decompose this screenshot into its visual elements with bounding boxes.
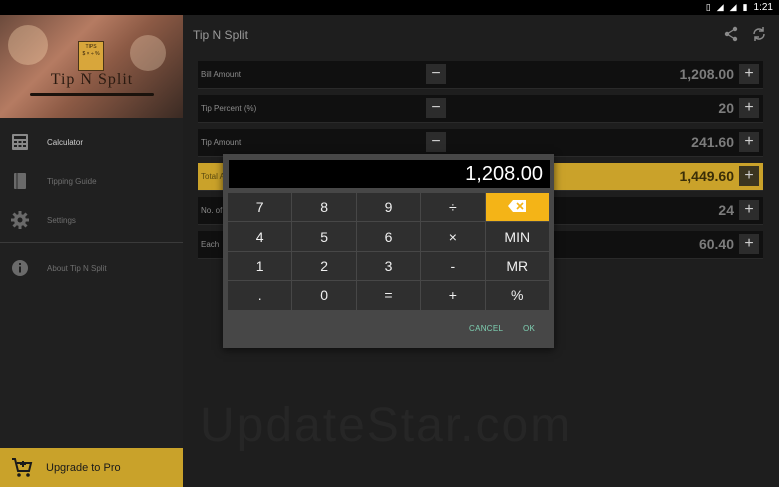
row-label: Total A	[201, 172, 226, 181]
page-title: Tip N Split	[193, 28, 248, 42]
refresh-icon[interactable]	[751, 26, 767, 42]
upgrade-label: Upgrade to Pro	[46, 461, 121, 474]
key-equals[interactable]: =	[356, 281, 421, 310]
increment-button[interactable]: +	[739, 132, 759, 152]
drawer-header: TIPS $ × ÷ % Tip N Split	[0, 15, 183, 118]
drawer-item-label: Tipping Guide	[47, 176, 97, 186]
key-divide[interactable]: ÷	[421, 193, 485, 222]
decrement-button[interactable]: −	[426, 98, 446, 118]
row-value[interactable]: 24	[718, 202, 734, 218]
key-decimal[interactable]: .	[228, 281, 292, 310]
key-minus[interactable]: -	[421, 251, 485, 281]
backspace-icon	[508, 199, 527, 215]
row-value[interactable]: 1,449.60	[680, 168, 735, 184]
book-icon	[10, 171, 30, 191]
status-bar: ▯ ◢ ◢ ▮ 1:21	[0, 0, 779, 15]
drawer-item-label: Calculator	[47, 137, 84, 147]
decrement-button[interactable]: −	[426, 132, 446, 152]
drawer-item-label: About Tip N Split	[47, 263, 107, 273]
navigation-drawer: TIPS $ × ÷ % Tip N Split Calculator Tipp…	[0, 15, 183, 487]
wifi-icon: ◢	[716, 2, 724, 12]
increment-button[interactable]: +	[739, 98, 759, 118]
drawer-item-about[interactable]: About Tip N Split	[0, 250, 183, 286]
calculator-dialog: 1,208.00 7 8 9 ÷ 4 5 6 × MIN 1 2 3 - MR …	[223, 154, 554, 348]
drawer-item-label: Settings	[47, 215, 76, 225]
increment-button[interactable]: +	[739, 200, 759, 220]
signal-icon: ◢	[729, 2, 737, 12]
app-logo: TIPS $ × ÷ %	[78, 41, 104, 71]
bill-amount-row: Bill Amount − 1,208.00 +	[198, 61, 763, 89]
increment-button[interactable]: +	[739, 166, 759, 186]
watermark: UpdateStar.com	[200, 399, 573, 452]
row-value[interactable]: 1,208.00	[680, 66, 735, 82]
row-value[interactable]: 241.60	[691, 134, 734, 150]
key-multiply[interactable]: ×	[421, 222, 485, 251]
key-6[interactable]: 6	[356, 222, 421, 251]
logo-text: Tip N Split	[50, 71, 134, 88]
battery-icon: ▮	[742, 2, 748, 12]
row-value[interactable]: 60.40	[699, 236, 734, 252]
increment-button[interactable]: +	[739, 234, 759, 254]
info-icon	[10, 258, 30, 278]
key-2[interactable]: 2	[292, 251, 356, 281]
gear-icon	[10, 210, 30, 230]
drawer-item-calculator[interactable]: Calculator	[0, 124, 183, 160]
drawer-item-settings[interactable]: Settings	[0, 202, 183, 238]
calculator-keypad: 7 8 9 ÷ 4 5 6 × MIN 1 2 3 - MR . 0 = + %	[228, 193, 550, 310]
app-bar: Tip N Split	[183, 15, 779, 55]
calculator-display: 1,208.00	[229, 160, 550, 188]
row-value[interactable]: 20	[718, 100, 734, 116]
row-label: Bill Amount	[201, 70, 242, 79]
row-label: No. of	[201, 206, 223, 215]
key-percent[interactable]: %	[485, 281, 549, 310]
key-memory-recall[interactable]: MR	[485, 251, 549, 281]
key-memory-in[interactable]: MIN	[485, 222, 549, 251]
key-9[interactable]: 9	[356, 193, 421, 222]
key-0[interactable]: 0	[292, 281, 356, 310]
key-3[interactable]: 3	[356, 251, 421, 281]
key-5[interactable]: 5	[292, 222, 356, 251]
key-8[interactable]: 8	[292, 193, 356, 222]
vibrate-icon: ▯	[705, 2, 711, 12]
drawer-divider	[0, 242, 183, 243]
calculator-icon	[10, 132, 30, 152]
add-to-cart-icon	[10, 456, 34, 480]
key-4[interactable]: 4	[228, 222, 292, 251]
row-label: Each	[201, 240, 220, 249]
row-label: Tip Percent (%)	[201, 104, 257, 113]
status-time: 1:21	[753, 2, 773, 13]
share-icon[interactable]	[723, 26, 739, 42]
increment-button[interactable]: +	[739, 64, 759, 84]
upgrade-to-pro-button[interactable]: Upgrade to Pro	[0, 448, 183, 487]
tip-percent-row: Tip Percent (%) − 20 +	[198, 95, 763, 123]
key-7[interactable]: 7	[228, 193, 292, 222]
tip-amount-row: Tip Amount − 241.60 +	[198, 129, 763, 157]
key-plus[interactable]: +	[421, 281, 485, 310]
ok-button[interactable]: OK	[523, 324, 535, 333]
drawer-item-tipping-guide[interactable]: Tipping Guide	[0, 163, 183, 199]
row-label: Tip Amount	[201, 138, 242, 147]
decrement-button[interactable]: −	[426, 64, 446, 84]
backspace-button[interactable]	[485, 193, 549, 222]
cancel-button[interactable]: CANCEL	[469, 324, 503, 333]
key-1[interactable]: 1	[228, 251, 292, 281]
